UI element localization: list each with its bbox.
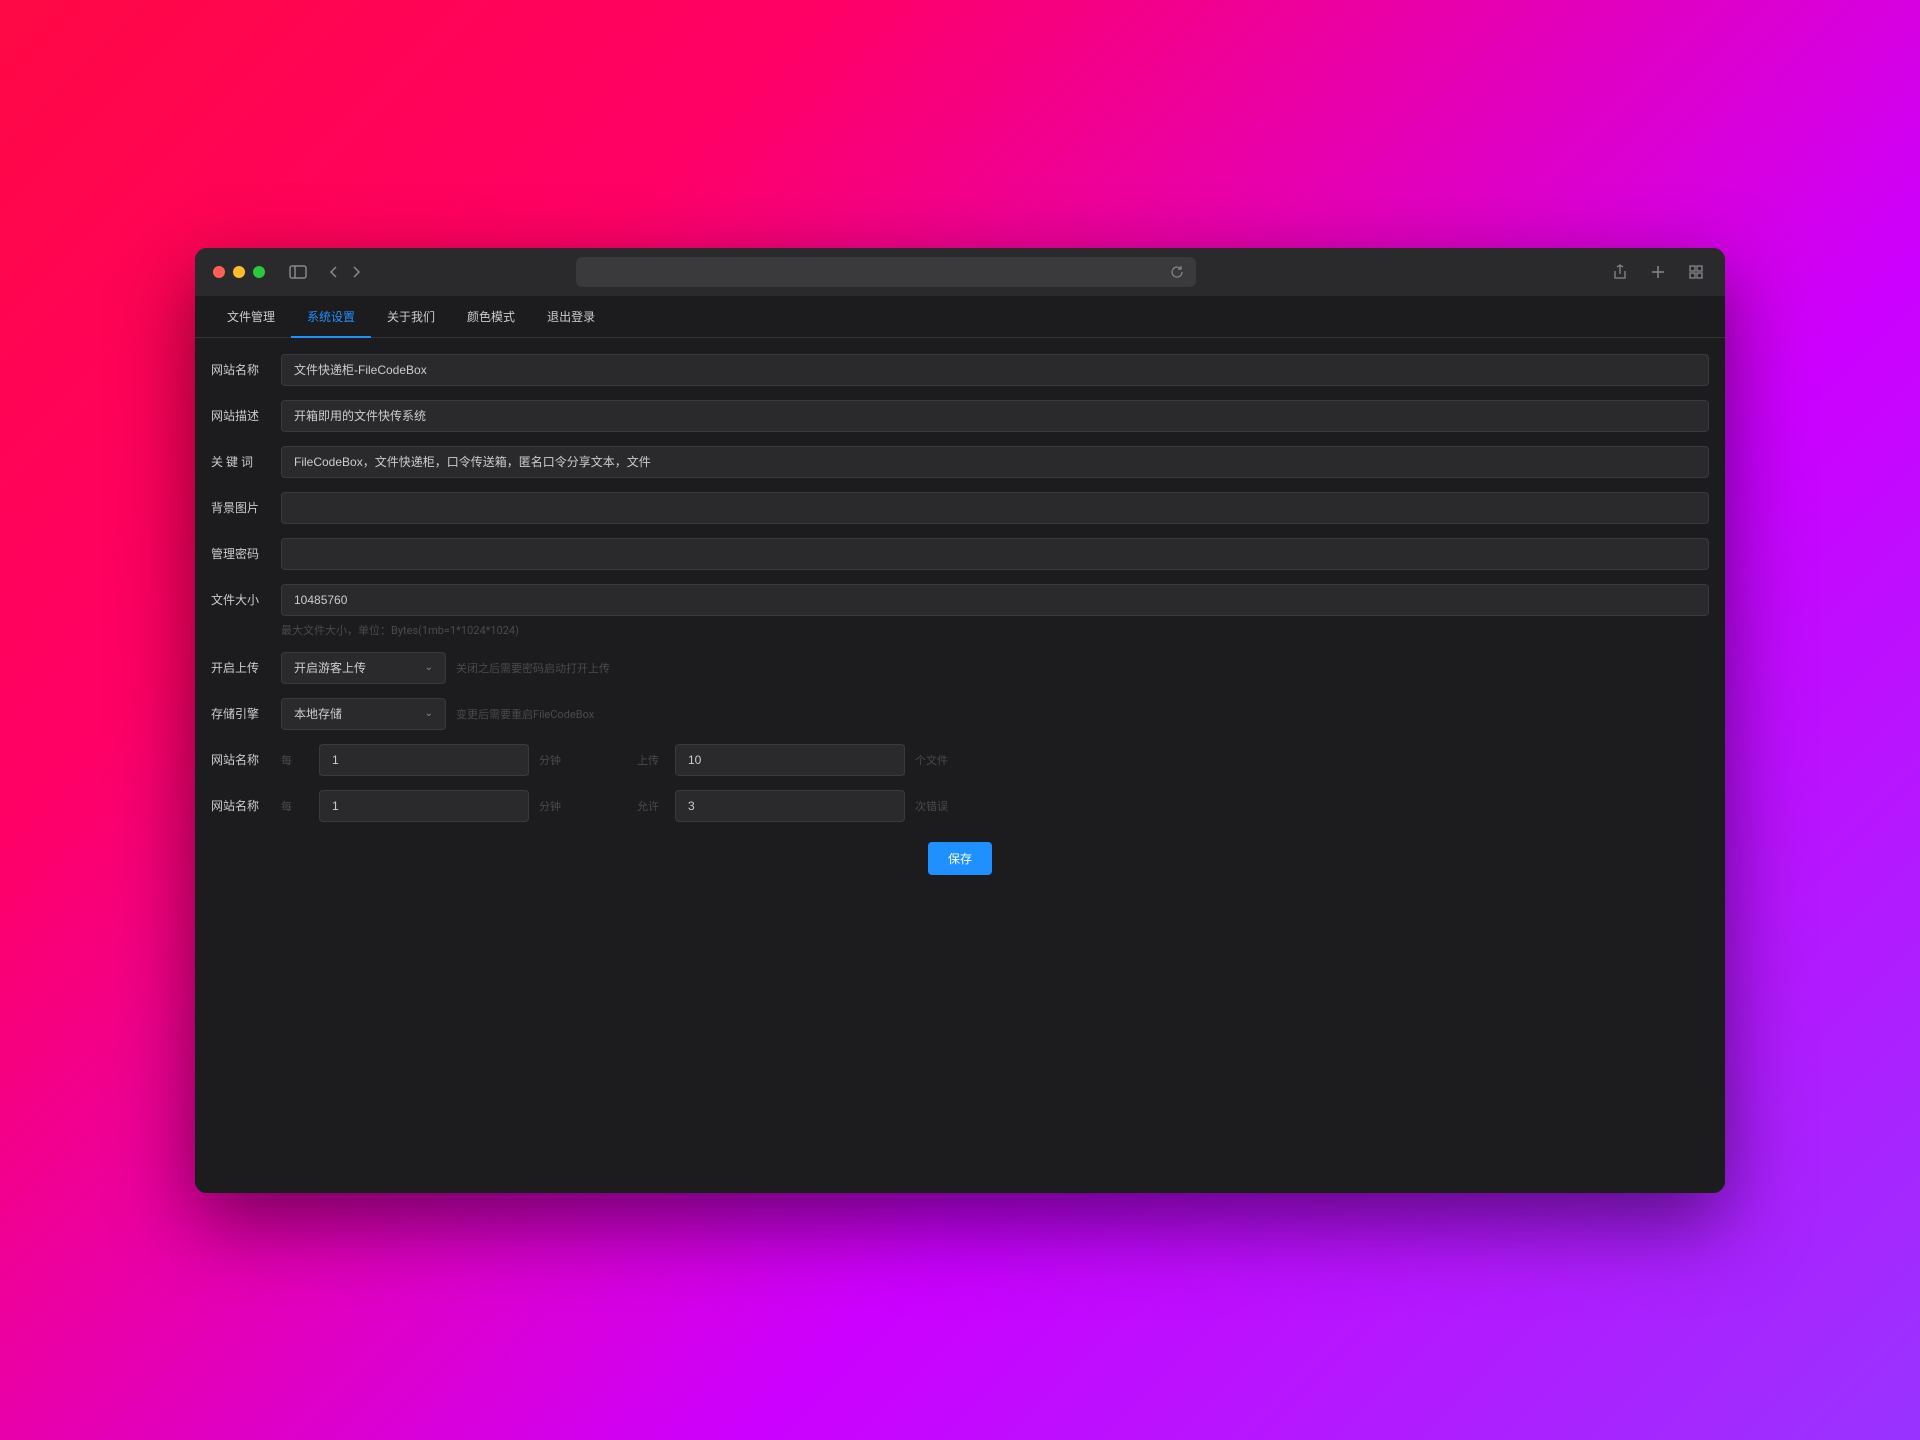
storage-label: 存储引擎 — [211, 705, 271, 722]
save-button[interactable]: 保存 — [928, 842, 992, 875]
new-tab-icon[interactable] — [1647, 260, 1669, 284]
keywords-label: 关 键 词 — [211, 453, 271, 470]
chevron-down-icon: ⌄ — [425, 662, 433, 673]
admin-pwd-input[interactable] — [281, 538, 1709, 570]
site-desc-input[interactable] — [281, 400, 1709, 432]
maximize-window-button[interactable] — [253, 266, 265, 278]
rate1-minutes-input[interactable] — [319, 744, 529, 776]
site-name-label: 网站名称 — [211, 361, 271, 378]
nav-arrows — [325, 261, 365, 283]
tab-file-management[interactable]: 文件管理 — [211, 296, 291, 337]
rate1-suffix: 个文件 — [915, 752, 948, 768]
settings-form: 网站名称 网站描述 关 键 词 背景图片 管理密码 — [195, 338, 1725, 1193]
tab-logout[interactable]: 退出登录 — [531, 296, 611, 337]
url-bar[interactable] — [576, 257, 1196, 287]
share-icon[interactable] — [1609, 260, 1631, 284]
storage-hint: 变更后需要重启FileCodeBox — [456, 706, 594, 722]
rate2-prefix: 每 — [281, 798, 309, 814]
rate1-count-input[interactable] — [675, 744, 905, 776]
rate1-label: 网站名称 — [211, 751, 271, 768]
enable-upload-label: 开启上传 — [211, 659, 271, 676]
refresh-icon[interactable] — [1170, 265, 1184, 279]
titlebar-right — [1609, 260, 1707, 284]
rate2-suffix: 次错误 — [915, 798, 948, 814]
rate2-minutes-input[interactable] — [319, 790, 529, 822]
enable-upload-select[interactable]: 开启游客上传 ⌄ — [281, 652, 446, 684]
file-size-input[interactable] — [281, 584, 1709, 616]
rate2-mid2: 允许 — [637, 798, 665, 814]
enable-upload-value: 开启游客上传 — [294, 659, 366, 676]
bg-image-label: 背景图片 — [211, 499, 271, 516]
rate2-count-input[interactable] — [675, 790, 905, 822]
file-size-hint: 最大文件大小，单位：Bytes(1mb=1*1024*1024) — [281, 622, 1709, 638]
rate2-label: 网站名称 — [211, 797, 271, 814]
enable-upload-hint: 关闭之后需要密码启动打开上传 — [456, 660, 610, 676]
back-button[interactable] — [325, 261, 343, 283]
tabs: 文件管理 系统设置 关于我们 颜色模式 退出登录 — [195, 296, 1725, 338]
rate2-mid1: 分钟 — [539, 798, 567, 814]
minimize-window-button[interactable] — [233, 266, 245, 278]
storage-value: 本地存储 — [294, 705, 342, 722]
chevron-down-icon: ⌄ — [425, 708, 433, 719]
tab-color-mode[interactable]: 颜色模式 — [451, 296, 531, 337]
bg-image-input[interactable] — [281, 492, 1709, 524]
keywords-input[interactable] — [281, 446, 1709, 478]
traffic-lights — [213, 266, 265, 278]
site-desc-label: 网站描述 — [211, 407, 271, 424]
tab-system-settings[interactable]: 系统设置 — [291, 296, 371, 337]
rate1-mid2: 上传 — [637, 752, 665, 768]
content-area: 文件管理 系统设置 关于我们 颜色模式 退出登录 网站名称 网站描述 关 键 词 — [195, 296, 1725, 1193]
storage-select[interactable]: 本地存储 ⌄ — [281, 698, 446, 730]
tabs-overview-icon[interactable] — [1685, 260, 1707, 284]
forward-button[interactable] — [347, 261, 365, 283]
tab-about-us[interactable]: 关于我们 — [371, 296, 451, 337]
rate1-mid1: 分钟 — [539, 752, 567, 768]
site-name-input[interactable] — [281, 354, 1709, 386]
file-size-label: 文件大小 — [211, 591, 271, 608]
rate1-prefix: 每 — [281, 752, 309, 768]
admin-pwd-label: 管理密码 — [211, 545, 271, 562]
sidebar-toggle-icon[interactable] — [285, 261, 311, 283]
titlebar — [195, 248, 1725, 296]
browser-window: 文件管理 系统设置 关于我们 颜色模式 退出登录 网站名称 网站描述 关 键 词 — [195, 248, 1725, 1193]
close-window-button[interactable] — [213, 266, 225, 278]
